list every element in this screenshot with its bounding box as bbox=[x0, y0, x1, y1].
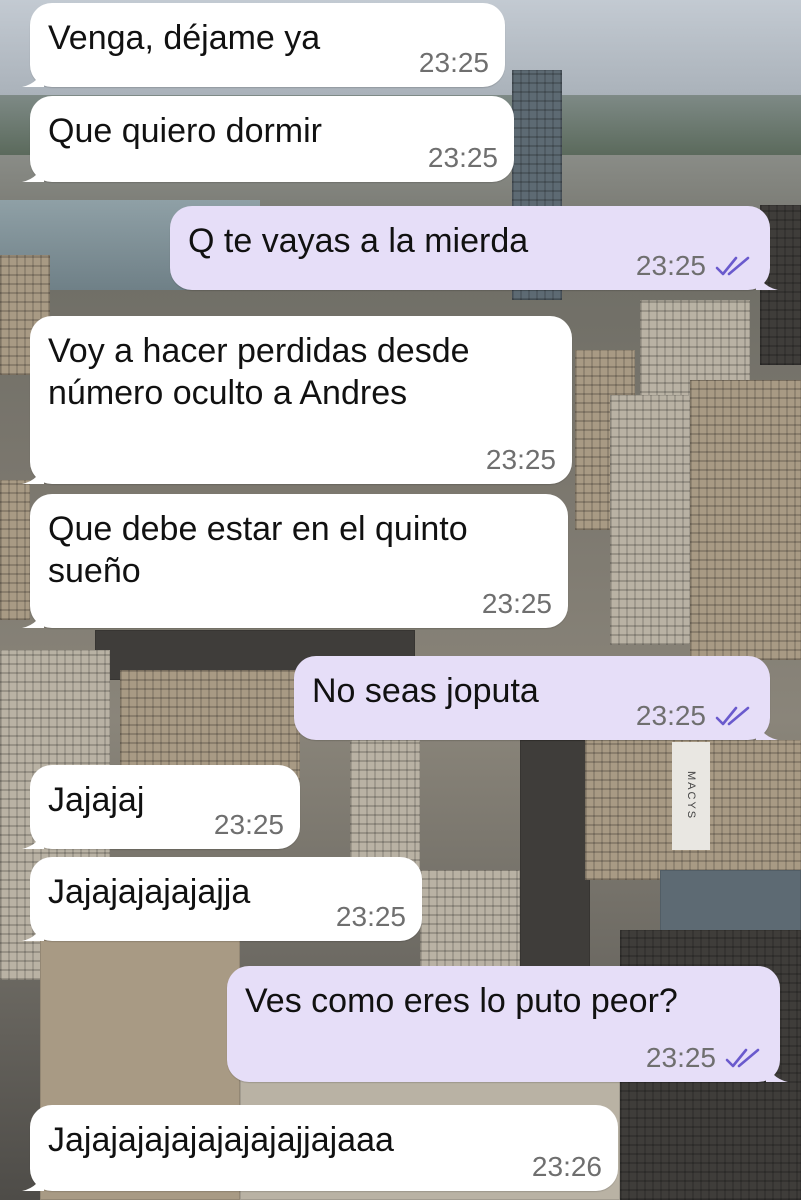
message-meta: 23:25 bbox=[214, 809, 284, 841]
message-meta: 23:25 bbox=[636, 700, 754, 732]
outgoing-message-bubble[interactable]: No seas joputa 23:25 bbox=[294, 656, 778, 740]
background-building bbox=[610, 395, 690, 645]
incoming-message-bubble[interactable]: Voy a hacer perdidas desde número oculto… bbox=[22, 316, 572, 484]
incoming-message-bubble[interactable]: Que debe estar en el quinto sueño 23:25 bbox=[22, 494, 568, 628]
bubble-tail bbox=[766, 1060, 788, 1082]
macys-sign: MACYS bbox=[672, 742, 710, 850]
message-text: Jajajaj bbox=[48, 781, 145, 819]
background-building bbox=[350, 740, 420, 870]
bubble-tail bbox=[22, 827, 44, 849]
background-street bbox=[520, 740, 590, 1000]
outgoing-message-bubble[interactable]: Ves como eres lo puto peor? 23:25 bbox=[227, 966, 788, 1082]
message-time: 23:25 bbox=[485, 444, 556, 475]
background-building bbox=[120, 670, 300, 780]
bubble-tail bbox=[22, 65, 44, 87]
double-check-icon bbox=[715, 706, 750, 726]
message-time: 23:25 bbox=[645, 1042, 716, 1073]
message-text: Q te vayas a la mierda bbox=[188, 222, 529, 260]
bubble-tail bbox=[756, 718, 778, 740]
message-meta: 23:25 bbox=[336, 901, 406, 933]
message-text: Jajajajajajajja bbox=[48, 873, 251, 911]
bubble-tail bbox=[22, 919, 44, 941]
message-text: Voy a hacer perdidas desde número oculto… bbox=[48, 332, 470, 412]
message-text: Ves como eres lo puto peor? bbox=[245, 982, 678, 1020]
message-text: Que debe estar en el quinto sueño bbox=[48, 510, 468, 590]
message-meta: 23:25 bbox=[428, 142, 498, 174]
incoming-message-bubble[interactable]: Venga, déjame ya 23:25 bbox=[22, 3, 505, 87]
double-check-icon bbox=[715, 256, 750, 276]
double-check-icon bbox=[725, 1048, 760, 1068]
message-time: 23:25 bbox=[635, 700, 706, 731]
message-time: 23:25 bbox=[481, 588, 552, 619]
message-time: 23:25 bbox=[335, 901, 406, 932]
background-building bbox=[0, 480, 30, 620]
message-meta: 23:25 bbox=[636, 250, 754, 282]
message-meta: 23:25 bbox=[646, 1042, 764, 1074]
message-time: 23:25 bbox=[635, 250, 706, 281]
message-time: 23:25 bbox=[427, 142, 498, 173]
message-text: No seas joputa bbox=[312, 672, 539, 710]
message-time: 23:25 bbox=[213, 809, 284, 840]
message-meta: 23:25 bbox=[419, 47, 489, 79]
message-time: 23:26 bbox=[531, 1151, 602, 1182]
message-meta: 23:25 bbox=[486, 444, 556, 476]
bubble-tail bbox=[22, 606, 44, 628]
message-text: Venga, déjame ya bbox=[48, 19, 321, 57]
message-meta: 23:25 bbox=[482, 588, 552, 620]
message-text: Jajajajajajajajajajjajaaa bbox=[48, 1121, 394, 1159]
background-building bbox=[420, 870, 520, 970]
message-time: 23:25 bbox=[418, 47, 489, 78]
incoming-message-bubble[interactable]: Jajajaj 23:25 bbox=[22, 765, 300, 849]
incoming-message-bubble[interactable]: Que quiero dormir 23:25 bbox=[22, 96, 514, 182]
background-building bbox=[690, 380, 801, 660]
bubble-tail bbox=[22, 1169, 44, 1191]
bubble-tail bbox=[756, 268, 778, 290]
outgoing-message-bubble[interactable]: Q te vayas a la mierda 23:25 bbox=[170, 206, 778, 290]
message-text: Que quiero dormir bbox=[48, 112, 323, 150]
incoming-message-bubble[interactable]: Jajajajajajajajajajjajaaa 23:26 bbox=[22, 1105, 618, 1191]
message-meta: 23:26 bbox=[532, 1151, 602, 1183]
bubble-tail bbox=[22, 160, 44, 182]
incoming-message-bubble[interactable]: Jajajajajajajja 23:25 bbox=[22, 857, 422, 941]
bubble-tail bbox=[22, 462, 44, 484]
